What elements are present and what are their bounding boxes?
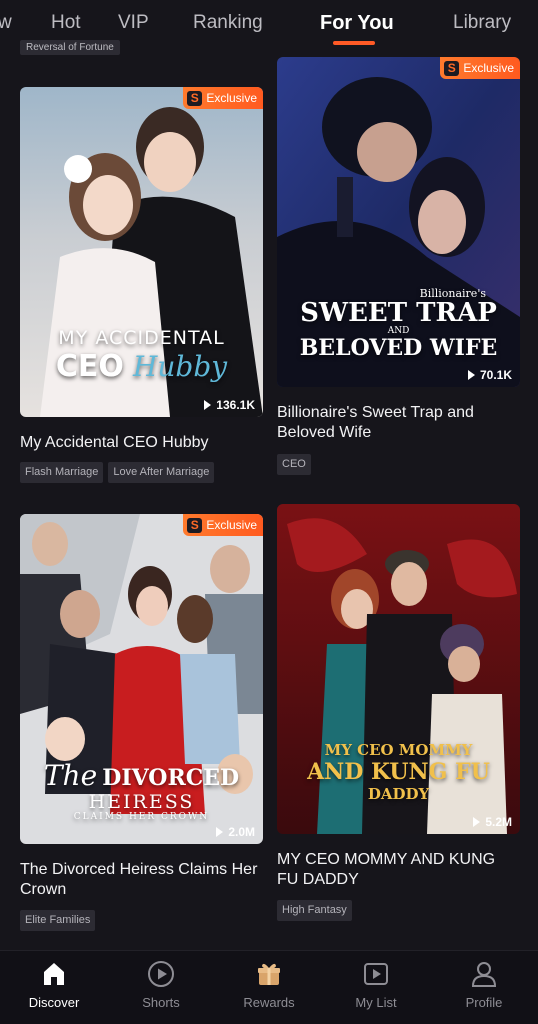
poster-image[interactable]: The DIVORCED HEIRESS CLAIMS HER CROWN S … <box>20 514 263 844</box>
poster-image[interactable]: Billionaire's SWEET TRAP AND BELOVED WIF… <box>277 57 520 387</box>
poster-line: HEIRESS <box>88 791 195 813</box>
view-count: 5.2M <box>473 815 512 829</box>
tab-vip[interactable]: VIP <box>118 12 149 34</box>
person-icon <box>471 962 497 987</box>
play-icon <box>216 827 224 837</box>
nav-profile[interactable]: Profile <box>439 959 529 1010</box>
tab-for-you[interactable]: For You <box>320 12 394 35</box>
tab-library[interactable]: Library <box>453 12 511 34</box>
active-tab-indicator <box>333 41 375 45</box>
view-count-value: 2.0M <box>228 825 255 839</box>
drama-title[interactable]: My Accidental CEO Hubby <box>20 433 263 453</box>
poster-title-art: MY CEO MOMMY AND KUNG FU DADDY <box>277 741 520 803</box>
poster-title-art: MY ACCIDENTAL CEO Hubby <box>20 327 263 384</box>
poster-title-art: The DIVORCED HEIRESS CLAIMS HER CROWN <box>20 759 263 822</box>
poster-image[interactable]: MY CEO MOMMY AND KUNG FU DADDY 5.2M <box>277 504 520 834</box>
tag-list: Elite Families <box>20 910 96 931</box>
tab-hot[interactable]: Hot <box>51 12 81 34</box>
top-tab-bar: w Hot VIP Ranking For You Library <box>0 0 538 45</box>
poster-line: AND KUNG FU <box>307 759 490 785</box>
view-count-value: 70.1K <box>479 368 512 382</box>
exclusive-label: Exclusive <box>206 518 257 532</box>
view-count: 136.1K <box>204 398 255 412</box>
home-icon <box>44 963 64 985</box>
play-square-icon <box>364 963 388 985</box>
tag-list: Flash Marriage Love After Marriage <box>20 462 215 483</box>
view-count-value: 136.1K <box>216 398 255 412</box>
exclusive-label: Exclusive <box>206 91 257 105</box>
play-icon <box>473 817 481 827</box>
nav-rewards[interactable]: Rewards <box>224 959 314 1010</box>
nav-discover[interactable]: Discover <box>9 959 99 1010</box>
exclusive-label: Exclusive <box>463 61 514 75</box>
gift-icon <box>258 963 280 985</box>
drama-title[interactable]: MY CEO MOMMY AND KUNG FU DADDY <box>277 850 520 890</box>
poster-image[interactable]: MY ACCIDENTAL CEO Hubby S Exclusive 136.… <box>20 87 263 417</box>
nav-label: Rewards <box>243 995 295 1010</box>
tag-list: CEO <box>277 454 311 475</box>
view-count: 2.0M <box>216 825 255 839</box>
genre-tag[interactable]: CEO <box>277 454 311 475</box>
nav-label: Profile <box>465 995 503 1010</box>
play-circle-icon <box>148 961 174 987</box>
drama-title[interactable]: The Divorced Heiress Claims Her Crown <box>20 860 263 900</box>
poster-line: DIVORCED <box>102 765 240 791</box>
bottom-navigation: Discover Shorts Rewards My List Profile <box>0 950 538 1024</box>
view-count: 70.1K <box>467 368 512 382</box>
app-screen: w Hot VIP Ranking For You Library Revers… <box>0 0 538 1024</box>
poster-line: The <box>43 759 98 792</box>
poster-line: SWEET TRAP <box>300 298 497 328</box>
play-icon <box>204 400 212 410</box>
exclusive-badge: S Exclusive <box>183 87 263 109</box>
play-icon <box>467 370 475 380</box>
genre-tag[interactable]: Elite Families <box>20 910 96 931</box>
exclusive-badge: S Exclusive <box>440 57 520 79</box>
nav-label: Discover <box>28 995 80 1010</box>
tab-partial[interactable]: w <box>0 12 12 34</box>
brand-logo-icon: S <box>187 90 203 106</box>
genre-tag[interactable]: High Fantasy <box>277 900 352 921</box>
poster-line: MY CEO MOMMY <box>324 741 473 759</box>
nav-my-list[interactable]: My List <box>331 959 421 1010</box>
nav-label: My List <box>355 995 397 1010</box>
brand-logo-icon: S <box>187 517 203 533</box>
nav-shorts[interactable]: Shorts <box>116 959 206 1010</box>
tag-list: High Fantasy <box>277 900 352 921</box>
poster-line: MY ACCIDENTAL <box>58 327 225 349</box>
tab-ranking[interactable]: Ranking <box>193 12 263 34</box>
nav-label: Shorts <box>142 995 180 1010</box>
genre-tag[interactable]: Love After Marriage <box>108 462 215 483</box>
drama-title[interactable]: Billionaire's Sweet Trap and Beloved Wif… <box>277 403 520 443</box>
view-count-value: 5.2M <box>485 815 512 829</box>
genre-tag[interactable]: Flash Marriage <box>20 462 104 483</box>
poster-line: CLAIMS HER CROWN <box>73 812 210 822</box>
genre-tag[interactable]: Reversal of Fortune <box>20 40 120 55</box>
poster-line: CEO <box>55 349 124 384</box>
poster-line: DADDY <box>367 785 430 803</box>
brand-logo-icon: S <box>444 60 460 76</box>
poster-title-art: Billionaire's SWEET TRAP AND BELOVED WIF… <box>277 287 520 360</box>
poster-line: Hubby <box>132 350 228 383</box>
poster-line: BELOVED WIFE <box>299 335 498 361</box>
exclusive-badge: S Exclusive <box>183 514 263 536</box>
